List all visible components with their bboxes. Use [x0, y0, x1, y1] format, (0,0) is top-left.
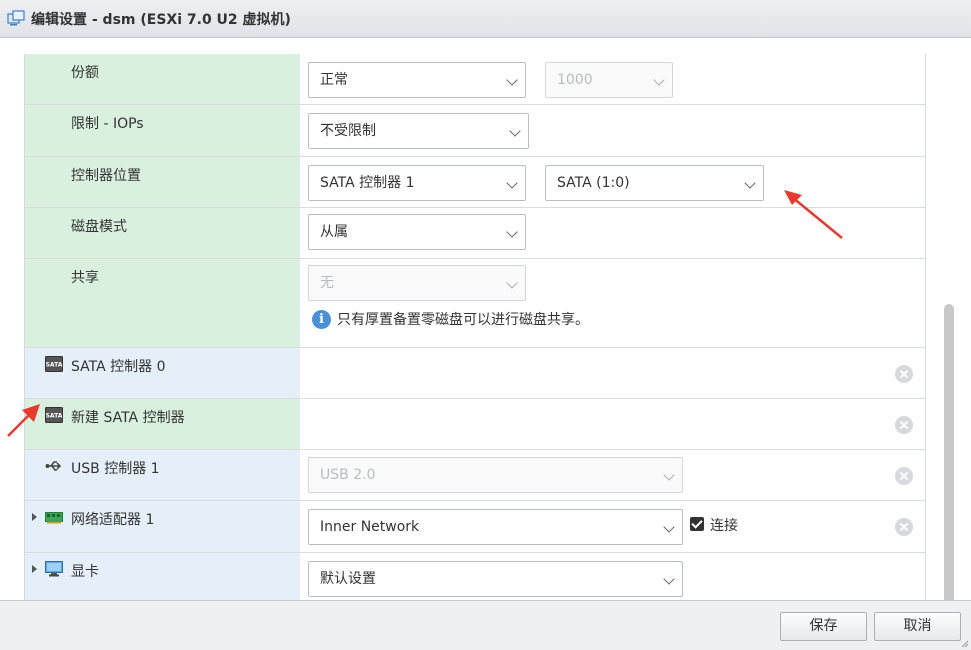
network-adapter-1-label: 网络适配器 1	[71, 512, 155, 528]
label-cell: USB 控制器 1	[25, 450, 300, 500]
limit-iops-select[interactable]: 不受限制	[308, 113, 529, 149]
sata-controller-icon: SATA	[45, 407, 63, 423]
save-button[interactable]: 保存	[780, 612, 867, 641]
label-cell: 份额	[25, 54, 300, 104]
virtual-machine-icon	[7, 10, 25, 26]
expand-arrow-icon[interactable]	[32, 565, 37, 573]
row-sata-controller-0[interactable]: SATA SATA 控制器 0	[25, 348, 925, 399]
label-cell: 控制器位置	[25, 157, 300, 207]
network-adapter-icon	[45, 512, 63, 524]
row-new-sata-controller[interactable]: SATA 新建 SATA 控制器	[25, 399, 925, 450]
limit-iops-value: 不受限制	[320, 123, 376, 139]
sharing-info: i 只有厚置备置零磁盘可以进行磁盘共享。	[312, 309, 589, 329]
sharing-label: 共享	[71, 270, 99, 286]
remove-sata-controller-0-button[interactable]	[895, 365, 913, 383]
chevron-down-icon	[663, 573, 675, 585]
row-limit-iops: 限制 - IOPs 不受限制	[25, 105, 925, 157]
chevron-down-icon	[663, 469, 675, 481]
disk-mode-select[interactable]: 从属	[308, 214, 526, 250]
chevron-down-icon	[506, 74, 518, 86]
label-cell: 共享	[25, 259, 300, 347]
sata-icon-badge: SATA	[46, 362, 63, 369]
row-sharing: 共享 无 i 只有厚置备置零磁盘可以进行磁盘共享。	[25, 259, 925, 348]
hardware-settings-table: 份额 正常 1000 限制 - IOPs 不受限制 控制器位置 SATA 控制器…	[24, 54, 926, 600]
disk-mode-value: 从属	[320, 224, 348, 240]
video-card-label: 显卡	[71, 564, 99, 580]
controller-select[interactable]: SATA 控制器 1	[308, 165, 526, 201]
chevron-down-icon	[506, 177, 518, 189]
row-shares: 份额 正常 1000	[25, 54, 925, 105]
shares-select[interactable]: 正常	[308, 62, 526, 98]
limit-iops-label: 限制 - IOPs	[71, 116, 144, 132]
chevron-down-icon	[744, 177, 756, 189]
sata-icon-badge: SATA	[46, 413, 63, 420]
shares-value: 1000	[557, 72, 593, 88]
window-title: 编辑设置 - dsm (ESXi 7.0 U2 虚拟机)	[31, 12, 291, 28]
network-select[interactable]: Inner Network	[308, 509, 683, 545]
row-usb-controller-1[interactable]: USB 控制器 1 USB 2.0	[25, 450, 925, 501]
sata-controller-0-label: SATA 控制器 0	[71, 359, 166, 375]
cancel-button[interactable]: 取消	[874, 612, 961, 641]
row-video-card[interactable]: 显卡 默认设置	[25, 553, 925, 600]
chevron-down-icon	[506, 277, 518, 289]
vertical-scrollbar[interactable]	[944, 304, 954, 600]
label-cell: 网络适配器 1	[25, 501, 300, 552]
video-settings-select[interactable]: 默认设置	[308, 561, 683, 597]
controller-select-value: SATA 控制器 1	[320, 175, 415, 191]
dialog-footer: 保存 取消	[0, 600, 971, 650]
label-cell: 显卡	[25, 553, 300, 600]
usb-version-value: USB 2.0	[320, 467, 376, 483]
resize-grip-icon[interactable]	[961, 640, 969, 648]
monitor-icon	[45, 561, 63, 577]
settings-content: 份额 正常 1000 限制 - IOPs 不受限制 控制器位置 SATA 控制器…	[0, 38, 971, 600]
sata-controller-icon: SATA	[45, 356, 63, 372]
label-cell: SATA 新建 SATA 控制器	[25, 399, 300, 449]
usb-icon	[45, 461, 62, 471]
row-network-adapter-1[interactable]: 网络适配器 1 Inner Network 连接	[25, 501, 925, 553]
video-settings-value: 默认设置	[320, 571, 376, 587]
connect-label: 连接	[710, 518, 738, 534]
controller-port-select[interactable]: SATA (1:0)	[545, 165, 764, 201]
controller-port-value: SATA (1:0)	[557, 175, 630, 191]
shares-value-select[interactable]: 1000	[545, 62, 673, 98]
remove-usb-controller-1-button[interactable]	[895, 467, 913, 485]
annotation-arrow-icon	[7, 404, 40, 437]
shares-label: 份额	[71, 65, 99, 81]
label-cell: 磁盘模式	[25, 208, 300, 258]
sharing-info-text: 只有厚置备置零磁盘可以进行磁盘共享。	[337, 312, 589, 328]
network-value: Inner Network	[320, 519, 420, 535]
new-sata-controller-label: 新建 SATA 控制器	[71, 410, 185, 426]
sharing-select[interactable]: 无	[308, 265, 526, 301]
label-cell: 限制 - IOPs	[25, 105, 300, 156]
chevron-down-icon	[653, 74, 665, 86]
controller-location-label: 控制器位置	[71, 168, 141, 184]
shares-select-value: 正常	[320, 72, 348, 88]
connect-checkbox[interactable]	[690, 517, 704, 531]
sharing-value: 无	[320, 275, 334, 291]
chevron-down-icon	[663, 521, 675, 533]
info-icon: i	[312, 309, 331, 329]
expand-arrow-icon[interactable]	[32, 513, 37, 521]
chevron-down-icon	[509, 125, 521, 137]
usb-controller-1-label: USB 控制器 1	[71, 461, 160, 477]
label-cell: SATA SATA 控制器 0	[25, 348, 300, 398]
chevron-down-icon	[506, 226, 518, 238]
remove-new-sata-controller-button[interactable]	[895, 416, 913, 434]
usb-version-select[interactable]: USB 2.0	[308, 457, 683, 493]
annotation-arrow-icon	[784, 190, 843, 239]
window-titlebar: 编辑设置 - dsm (ESXi 7.0 U2 虚拟机)	[0, 0, 971, 38]
disk-mode-label: 磁盘模式	[71, 219, 127, 235]
remove-network-adapter-1-button[interactable]	[895, 518, 913, 536]
